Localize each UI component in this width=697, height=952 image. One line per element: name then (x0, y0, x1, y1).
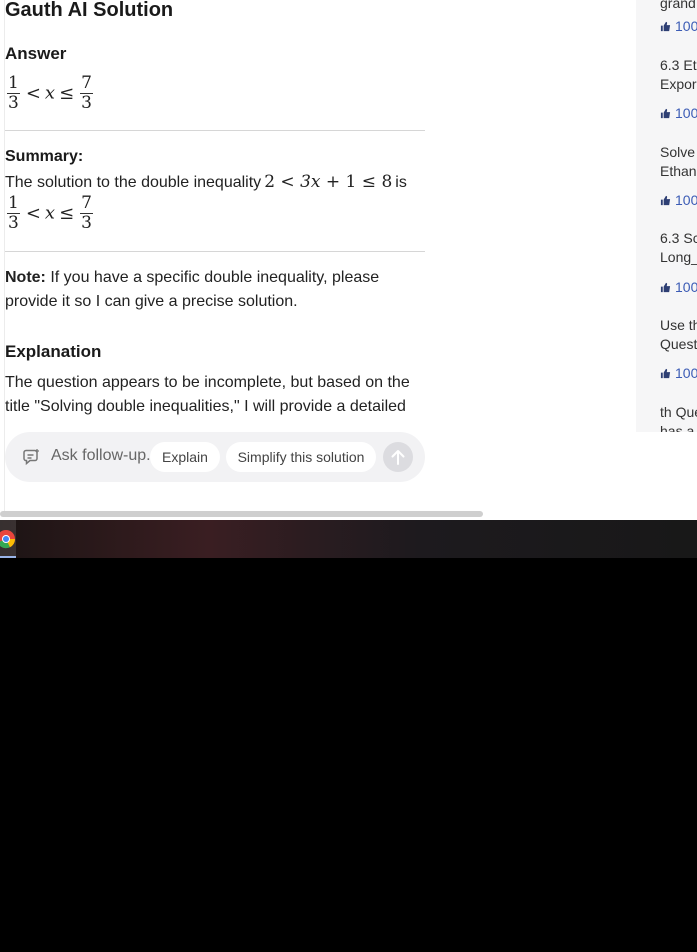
summary-answer-math: 1 3 < x ≤7 3 (7, 193, 93, 233)
like-count: 100 (660, 192, 697, 208)
summary-heading: Summary: (5, 148, 84, 165)
thumbs-up-icon (660, 21, 671, 32)
inline-inequality: 2 < 3x + 1 ≤ 8 (264, 172, 393, 192)
related-item-title[interactable]: Use th Questi (660, 316, 697, 354)
thumbs-up-icon (660, 108, 671, 119)
thumbs-up-icon (660, 195, 671, 206)
page-title: Gauth AI Solution (5, 0, 174, 21)
chat-icon (23, 449, 39, 466)
explanation-text: The question appears to be incomplete, b… (5, 374, 410, 415)
note-paragraph: Note: If you have a specific double ineq… (5, 266, 405, 314)
related-item-title[interactable]: th Quehas a (660, 403, 697, 432)
related-item-title[interactable]: 6.3 Et Expor (660, 56, 697, 94)
simplify-chip[interactable]: Simplify this solution (226, 442, 376, 472)
like-count: 100 (660, 365, 697, 381)
divider (5, 130, 425, 131)
like-count: 100 (660, 105, 697, 121)
thumbs-up-icon (660, 368, 671, 379)
arrow-up-icon (391, 450, 405, 465)
related-questions-sidebar: grand 100 6.3 Et Expor 100 Solve Ethan 100… (636, 0, 697, 432)
note-text: If you have a specific double inequality… (5, 269, 380, 310)
taskbar (0, 520, 697, 558)
explanation-heading: Explanation (5, 342, 102, 361)
related-item-title[interactable]: grand (660, 0, 696, 13)
related-item-title[interactable]: Solve Ethan (660, 143, 697, 181)
fraction: 13 (7, 73, 20, 113)
horizontal-scrollbar[interactable] (0, 511, 483, 517)
fraction: 73 (80, 73, 93, 113)
answer-math: 1 3 < x ≤7 3 (7, 73, 93, 113)
related-item-title[interactable]: 6.3 Sc Long_ (660, 229, 697, 267)
explain-chip[interactable]: Explain (150, 442, 220, 472)
divider (5, 251, 425, 252)
follow-up-bar: Ask follow-up... Explain Simplify this s… (5, 432, 425, 482)
like-count: 100 (660, 18, 697, 34)
note-label: Note: (5, 269, 46, 286)
thumbs-up-icon (660, 282, 671, 293)
fraction: 13 (7, 193, 20, 233)
chrome-icon[interactable] (0, 529, 16, 549)
answer-heading: Answer (5, 44, 67, 63)
summary-text: The solution to the double inequality 2 <… (5, 172, 407, 192)
fraction: 73 (80, 193, 93, 233)
like-count: 100 (660, 279, 697, 295)
send-button[interactable] (383, 442, 413, 472)
browser-viewport: Gauth AI Solution Answer 1 3 < x ≤7 3 Summary… (0, 0, 697, 520)
follow-up-input[interactable]: Ask follow-up... (51, 447, 151, 465)
